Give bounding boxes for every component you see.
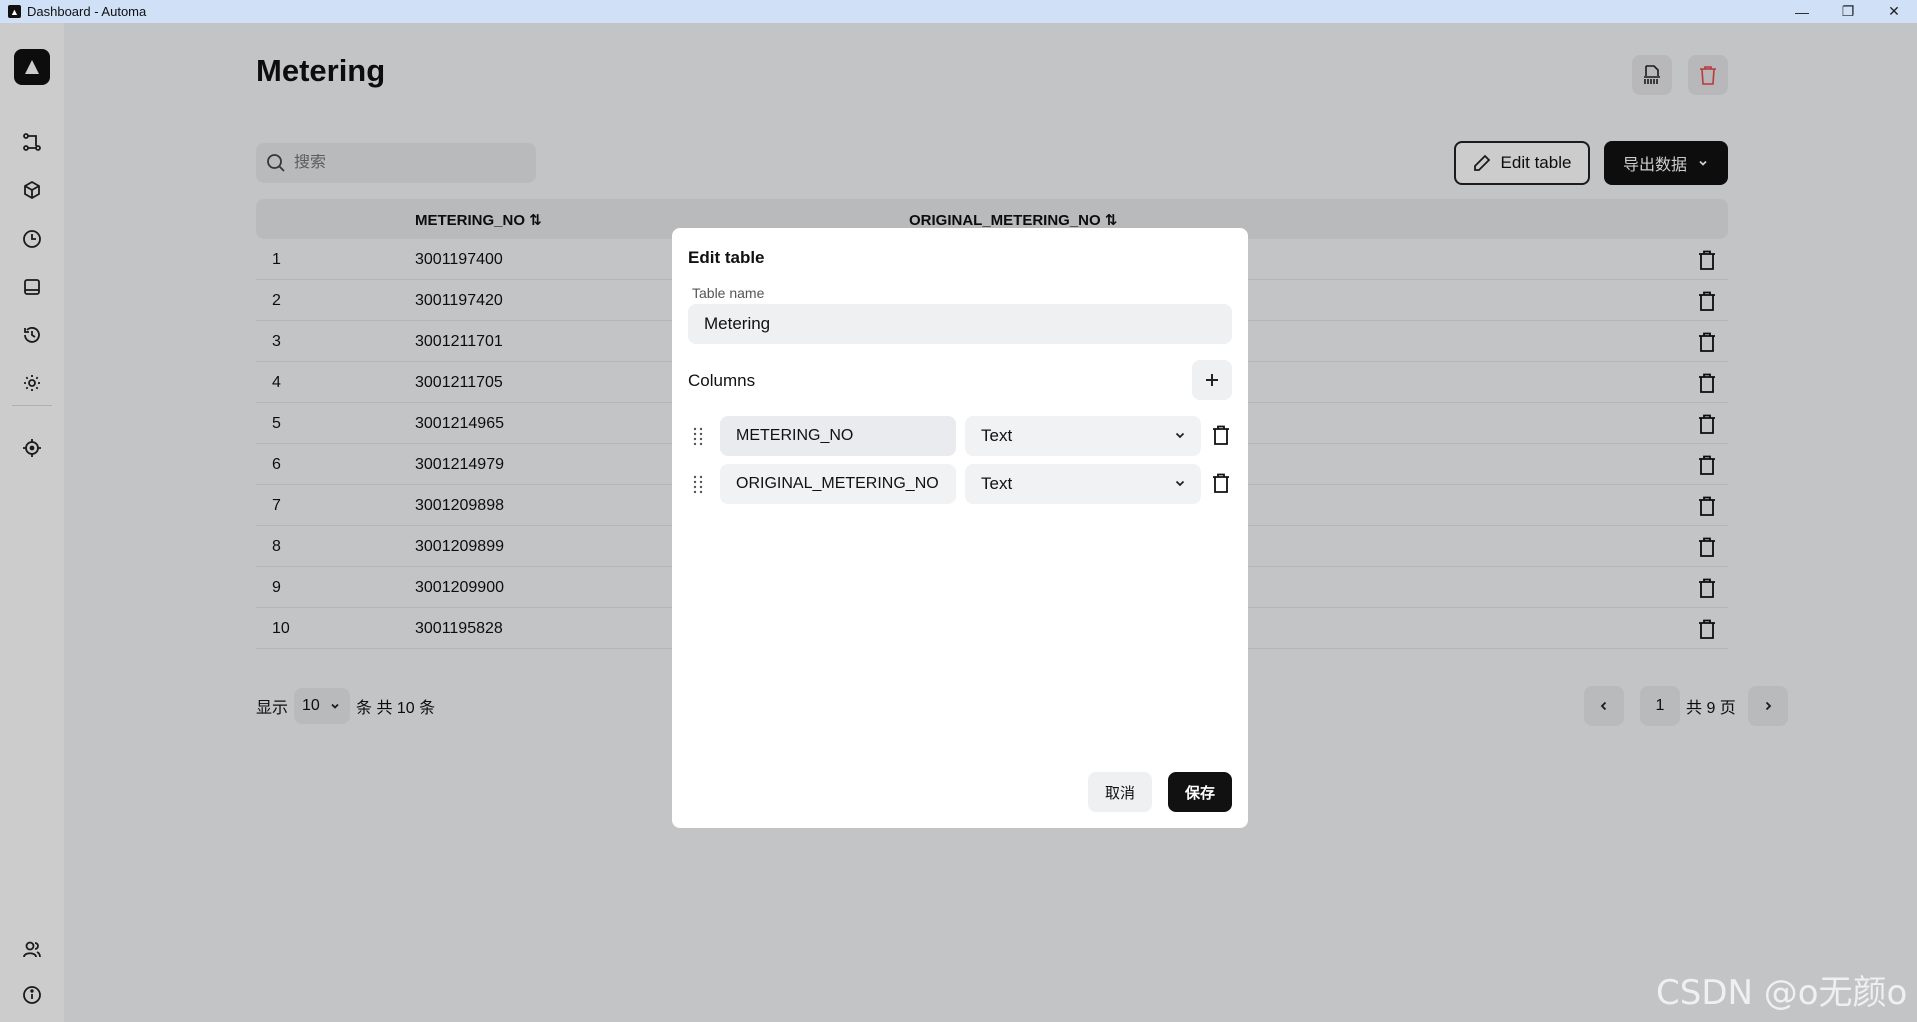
column-row: METERING_NO Text	[688, 416, 1232, 456]
minimize-button[interactable]: —	[1779, 0, 1825, 23]
save-button[interactable]: 保存	[1168, 772, 1232, 812]
edit-table-modal: Edit table Table name Metering Columns M…	[672, 228, 1248, 828]
cancel-button[interactable]: 取消	[1088, 772, 1152, 812]
window-title: Dashboard - Automa	[27, 4, 147, 19]
chevron-down-icon	[1175, 432, 1185, 439]
modal-title: Edit table	[688, 248, 765, 267]
table-name-input[interactable]: Metering	[688, 304, 1232, 344]
trash-icon	[1213, 425, 1229, 445]
restore-button[interactable]: ❐	[1825, 0, 1871, 23]
column-name-input[interactable]: ORIGINAL_METERING_NO	[720, 464, 956, 504]
chevron-down-icon	[1175, 480, 1185, 487]
column-name-input[interactable]: METERING_NO	[720, 416, 956, 456]
column-type-select[interactable]: Text	[965, 464, 1201, 504]
plus-icon	[1206, 374, 1218, 386]
watermark: CSDN @o无颜o	[1656, 973, 1908, 1013]
drag-handle-icon[interactable]	[690, 426, 706, 446]
delete-column-button[interactable]	[1210, 472, 1232, 494]
column-type-select[interactable]: Text	[965, 416, 1201, 456]
add-column-button[interactable]	[1192, 360, 1232, 400]
delete-column-button[interactable]	[1210, 424, 1232, 446]
columns-label: Columns	[688, 371, 756, 390]
drag-handle-icon[interactable]	[690, 474, 706, 494]
column-row: ORIGINAL_METERING_NO Text	[688, 464, 1232, 504]
automa-app-icon: ▲	[8, 5, 21, 18]
window-controls: — ❐ ✕	[1779, 0, 1917, 23]
close-window-button[interactable]: ✕	[1871, 0, 1917, 23]
window-titlebar: ▲ Dashboard - Automa — ❐ ✕	[0, 0, 1917, 23]
table-name-label: Table name	[692, 285, 765, 301]
trash-icon	[1213, 473, 1229, 493]
